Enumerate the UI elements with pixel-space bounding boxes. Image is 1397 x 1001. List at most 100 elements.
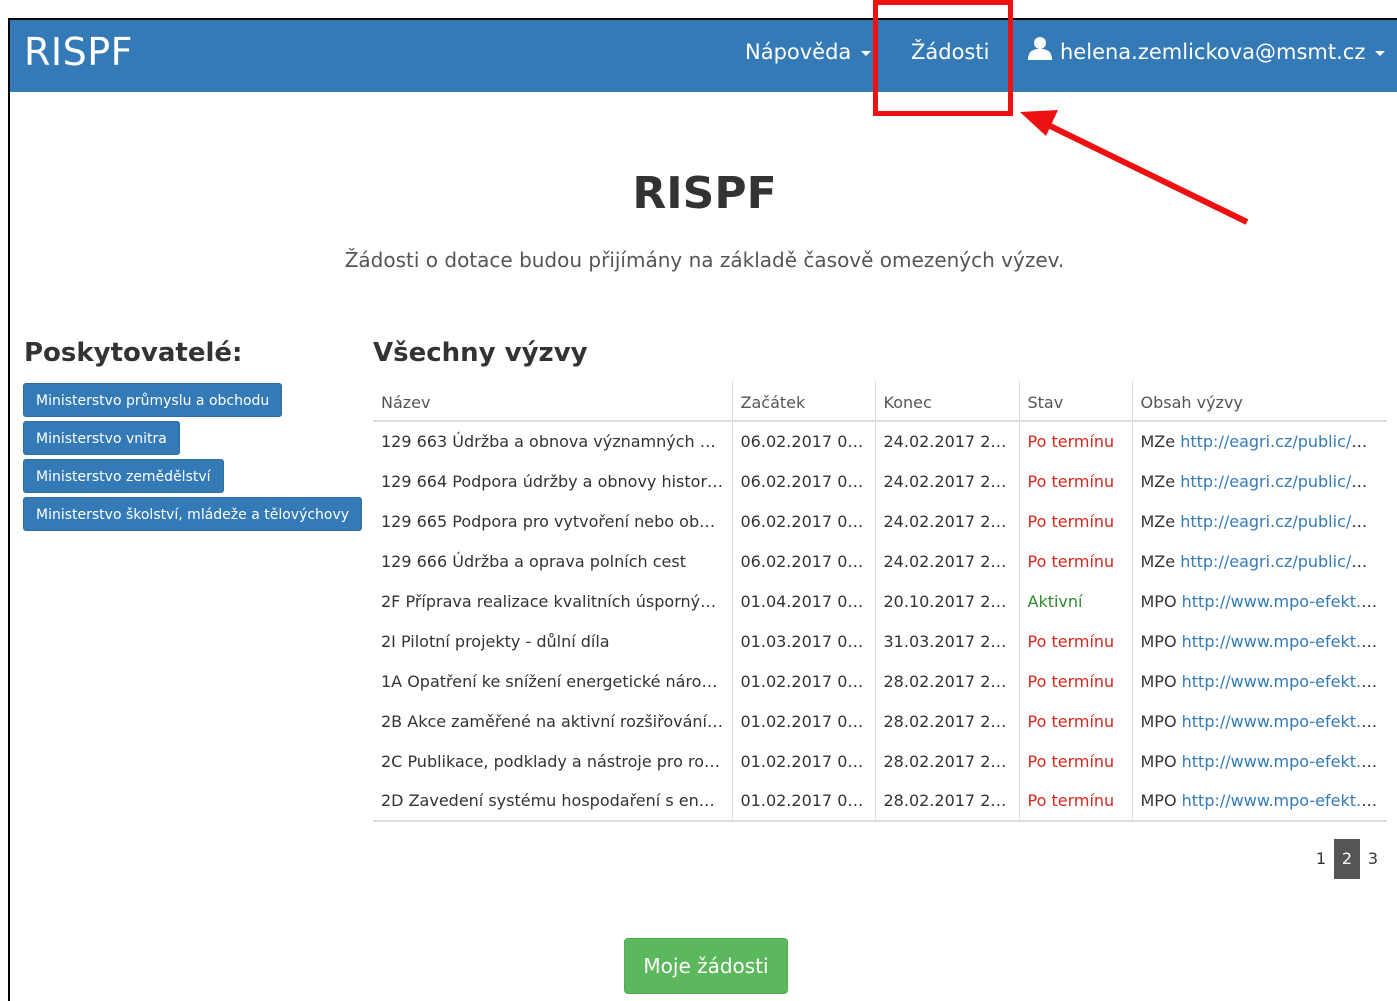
caret-down-icon xyxy=(861,50,872,56)
top-navbar: RISPF Nápověda Žádosti helena.zemlickova… xyxy=(10,20,1397,92)
table-row[interactable]: 2I Pilotní projekty - důlní díla 01.03.2… xyxy=(373,620,1387,661)
table-row[interactable]: 1A Opatření ke snížení energetické nároč… xyxy=(373,660,1387,701)
call-name[interactable]: 129 663 Údržba a obnova významných zeměd… xyxy=(373,420,732,461)
call-start: 06.02.2017 00:01 xyxy=(731,420,875,461)
call-link[interactable]: http://eagri.cz/public/web/mze/dotace xyxy=(1180,512,1387,531)
call-org: MZe xyxy=(1140,471,1176,491)
brand-logo[interactable]: RISPF xyxy=(24,30,133,74)
call-name[interactable]: 1A Opatření ke snížení energetické nároč… xyxy=(373,660,732,701)
call-link[interactable]: http://www.mpo-efekt.cz/cz/programy xyxy=(1182,592,1387,611)
call-link[interactable]: http://www.mpo-efekt.cz/cz/programy xyxy=(1182,791,1387,810)
provider-button-mv[interactable]: Ministerstvo vnitra xyxy=(23,421,180,455)
call-status: Po termínu xyxy=(1018,460,1132,501)
highlight-box-annotation xyxy=(873,0,1013,116)
call-org: MPO xyxy=(1140,631,1177,651)
call-name[interactable]: 2I Pilotní projekty - důlní díla xyxy=(373,620,732,661)
table-row[interactable]: 2D Zavedení systému hospodaření s energi… xyxy=(373,780,1387,822)
call-org: MZe xyxy=(1140,431,1176,451)
call-link[interactable]: http://eagri.cz/public/web/mze/dotace xyxy=(1180,432,1387,451)
call-org: MPO xyxy=(1140,751,1177,771)
call-content: MZe http://eagri.cz/public/web/mze/dotac… xyxy=(1131,500,1387,541)
call-end: 24.02.2017 23:59 xyxy=(874,460,1019,501)
table-header-row: Název Začátek Konec Stav Obsah výzvy xyxy=(373,381,1387,422)
provider-button-mze[interactable]: Ministerstvo zemědělství xyxy=(23,459,224,493)
call-org: MPO xyxy=(1140,591,1177,611)
page-title: RISPF xyxy=(632,168,777,219)
page-link-1[interactable]: 1 xyxy=(1308,839,1334,879)
call-link[interactable]: http://www.mpo-efekt.cz/cz/programy xyxy=(1182,672,1387,691)
call-link[interactable]: http://eagri.cz/public/web/mze/dotace xyxy=(1180,552,1387,571)
column-header-name[interactable]: Název xyxy=(373,381,732,422)
call-content: MPO http://www.mpo-efekt.cz/cz/programy xyxy=(1131,620,1387,661)
page-link-3[interactable]: 3 xyxy=(1360,839,1386,879)
nav-help-label: Nápověda xyxy=(745,40,852,64)
call-content: MZe http://eagri.cz/public/web/mze/dotac… xyxy=(1131,420,1387,461)
table-row[interactable]: 129 665 Podpora pro vytvoření nebo obnov… xyxy=(373,500,1387,541)
call-status: Po termínu xyxy=(1018,540,1132,581)
pagination: 1 2 3 xyxy=(1308,839,1386,879)
call-end: 20.10.2017 23:59 xyxy=(874,580,1019,621)
column-header-status[interactable]: Stav xyxy=(1018,381,1132,422)
call-name[interactable]: 129 665 Podpora pro vytvoření nebo obnov… xyxy=(373,500,732,541)
call-content: MPO http://www.mpo-efekt.cz/cz/programy xyxy=(1131,580,1387,621)
column-header-content[interactable]: Obsah výzvy xyxy=(1131,381,1387,422)
call-link[interactable]: http://www.mpo-efekt.cz/cz/programy xyxy=(1182,752,1387,771)
call-end: 31.03.2017 23:59 xyxy=(874,620,1019,661)
call-org: MZe xyxy=(1140,551,1176,571)
call-end: 28.02.2017 23:59 xyxy=(874,740,1019,781)
call-name[interactable]: 2D Zavedení systému hospodaření s energi… xyxy=(373,780,732,822)
call-status: Po termínu xyxy=(1018,780,1132,822)
call-content: MZe http://eagri.cz/public/web/mze/dotac… xyxy=(1131,540,1387,581)
column-header-start[interactable]: Začátek xyxy=(731,381,875,422)
call-start: 01.03.2017 00:01 xyxy=(731,620,875,661)
table-row[interactable]: 129 663 Údržba a obnova významných zeměd… xyxy=(373,420,1387,461)
call-content: MZe http://eagri.cz/public/web/mze/dotac… xyxy=(1131,460,1387,501)
call-name[interactable]: 2B Akce zaměřené na aktivní rozšiřování … xyxy=(373,700,732,741)
call-status: Po termínu xyxy=(1018,420,1132,461)
call-start: 01.04.2017 00:01 xyxy=(731,580,875,621)
call-end: 24.02.2017 23:59 xyxy=(874,540,1019,581)
call-org: MPO xyxy=(1140,791,1177,811)
column-header-end[interactable]: Konec xyxy=(874,381,1019,422)
call-link[interactable]: http://www.mpo-efekt.cz/cz/programy xyxy=(1182,712,1387,731)
call-status: Po termínu xyxy=(1018,700,1132,741)
call-name[interactable]: 129 664 Podpora údržby a obnovy historic… xyxy=(373,460,732,501)
call-name[interactable]: 129 666 Údržba a oprava polních cest xyxy=(373,540,732,581)
call-content: MPO http://www.mpo-efekt.cz/cz/programy xyxy=(1131,700,1387,741)
call-link[interactable]: http://eagri.cz/public/web/mze/dotace xyxy=(1180,472,1387,491)
nav-help-dropdown[interactable]: Nápověda xyxy=(745,40,872,64)
call-end: 24.02.2017 23:59 xyxy=(874,420,1019,461)
call-start: 06.02.2017 00:01 xyxy=(731,500,875,541)
call-end: 28.02.2017 23:59 xyxy=(874,700,1019,741)
call-start: 01.02.2017 00:01 xyxy=(731,740,875,781)
call-status: Aktivní xyxy=(1018,580,1132,621)
call-content: MPO http://www.mpo-efekt.cz/cz/programy xyxy=(1131,780,1387,822)
calls-table: Název Začátek Konec Stav Obsah výzvy 129… xyxy=(373,381,1387,822)
nav-user-dropdown[interactable]: helena.zemlickova@msmt.cz xyxy=(1028,36,1386,65)
table-row[interactable]: 2F Příprava realizace kvalitních úsporný… xyxy=(373,580,1387,621)
call-org: MPO xyxy=(1140,671,1177,691)
page-link-2-active[interactable]: 2 xyxy=(1334,839,1360,879)
call-status: Po termínu xyxy=(1018,740,1132,781)
call-status: Po termínu xyxy=(1018,500,1132,541)
provider-button-msmt[interactable]: Ministerstvo školství, mládeže a tělovýc… xyxy=(23,497,363,531)
call-start: 01.02.2017 00:01 xyxy=(731,660,875,701)
call-org: MPO xyxy=(1140,711,1177,731)
call-end: 24.02.2017 23:59 xyxy=(874,500,1019,541)
call-name[interactable]: 2C Publikace, podklady a nástroje pro ro… xyxy=(373,740,732,781)
call-start: 01.02.2017 00:01 xyxy=(731,780,875,822)
table-row[interactable]: 2C Publikace, podklady a nástroje pro ro… xyxy=(373,740,1387,781)
call-end: 28.02.2017 23:59 xyxy=(874,660,1019,701)
call-start: 01.02.2017 00:01 xyxy=(731,700,875,741)
provider-button-mpo[interactable]: Ministerstvo průmyslu a obchodu xyxy=(23,383,283,417)
call-link[interactable]: http://www.mpo-efekt.cz/cz/programy xyxy=(1182,632,1387,651)
my-requests-button[interactable]: Moje žádosti xyxy=(624,938,788,994)
table-row[interactable]: 129 664 Podpora údržby a obnovy historic… xyxy=(373,460,1387,501)
call-name[interactable]: 2F Příprava realizace kvalitních úsporný… xyxy=(373,580,732,621)
call-content: MPO http://www.mpo-efekt.cz/cz/programy xyxy=(1131,660,1387,701)
table-row[interactable]: 2B Akce zaměřené na aktivní rozšiřování … xyxy=(373,700,1387,741)
table-row[interactable]: 129 666 Údržba a oprava polních cest 06.… xyxy=(373,540,1387,581)
page-subtitle: Žádosti o dotace budou přijímány na zákl… xyxy=(344,248,1065,272)
user-email: helena.zemlickova@msmt.cz xyxy=(1060,40,1366,64)
call-status: Po termínu xyxy=(1018,660,1132,701)
